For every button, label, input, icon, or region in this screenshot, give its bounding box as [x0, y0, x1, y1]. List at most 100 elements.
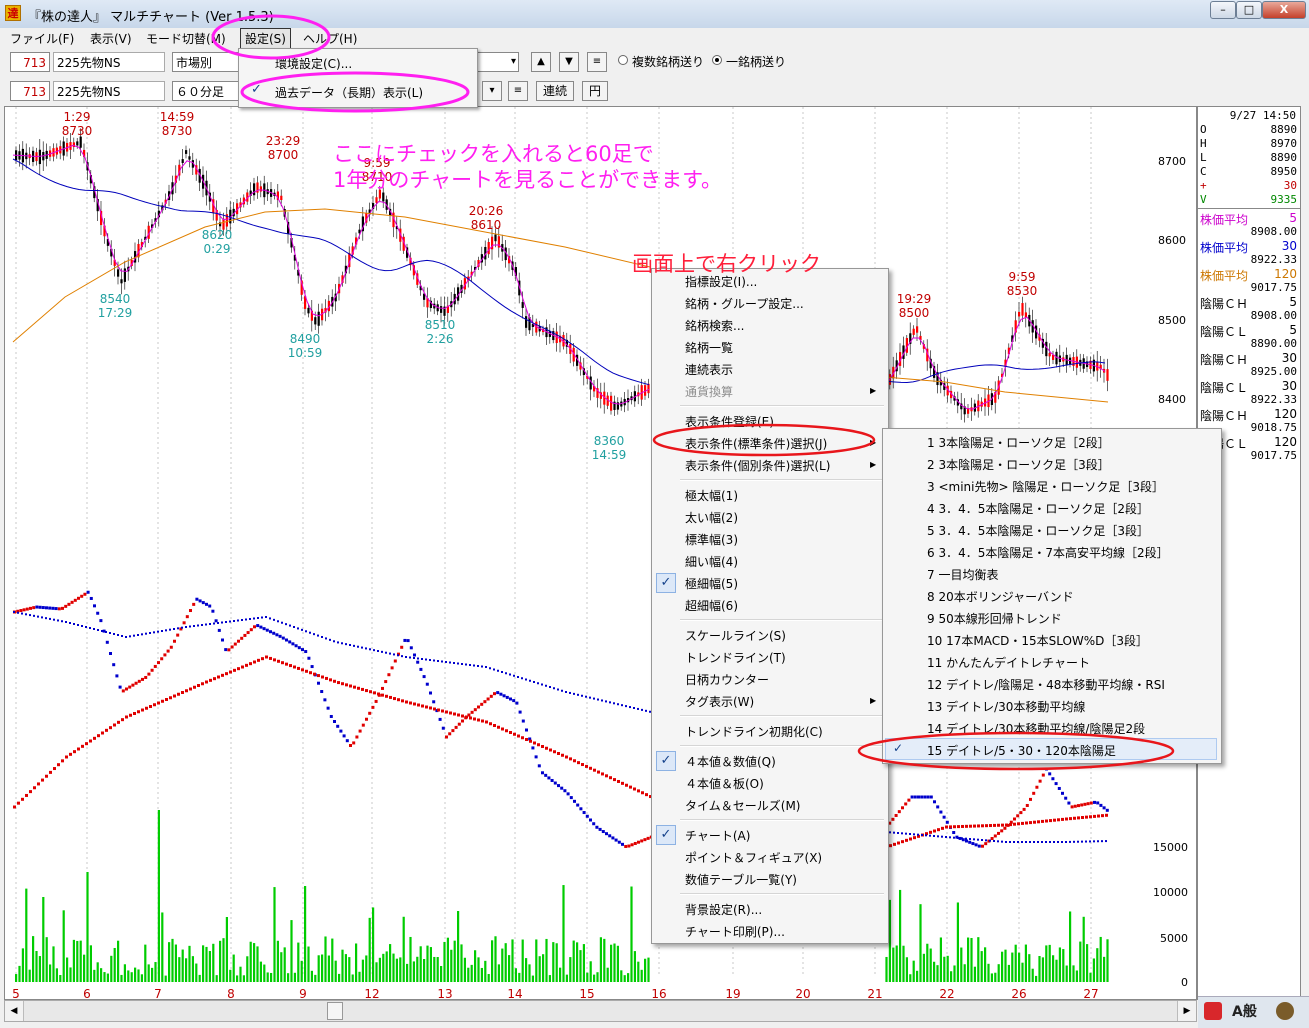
context-menu-item[interactable]: トレンドライン(T)	[685, 649, 786, 666]
volume-bar	[528, 964, 531, 982]
submenu-item[interactable]: 6 3．4．5本陰陽足・7本高安平均線［2段］	[927, 544, 1169, 561]
list-menu-button[interactable]: ≡	[587, 52, 607, 72]
inyo-dot	[1101, 840, 1103, 843]
submenu-item[interactable]: 1 3本陰陽足・ローソク足［2段］	[927, 434, 1110, 451]
inyo-dot	[321, 675, 324, 679]
context-menu-item[interactable]: 銘柄・グループ設定...	[685, 295, 804, 312]
context-menu-item[interactable]: ４本値＆板(O)	[685, 775, 764, 792]
radio-multi[interactable]	[618, 55, 628, 65]
submenu-item[interactable]: 5 3．4．5本陰陽足・ローソク足［3段］	[927, 522, 1149, 539]
next-symbol-button[interactable]: ▼	[559, 52, 579, 72]
inyo-dot	[227, 648, 231, 652]
submenu-item[interactable]: 2 3本陰陽足・ローソク足［3段］	[927, 456, 1110, 473]
scroll-right-button[interactable]: ▶	[1177, 1001, 1196, 1021]
inyo-dot	[454, 725, 458, 729]
menu-mode[interactable]: モード切替(M)	[146, 30, 226, 47]
inyo-dot	[368, 711, 372, 715]
submenu-item[interactable]: 13 デイトレ/30本移動平均線	[927, 698, 1085, 715]
context-menu-item[interactable]: タイム＆セールズ(M)	[685, 797, 800, 814]
context-menu-item[interactable]: チャート(A)	[685, 827, 750, 844]
submenu-item[interactable]: 8 20本ボリンジャーバンド	[927, 588, 1074, 605]
context-menu-item[interactable]: 細い幅(4)	[685, 553, 738, 570]
context-menu-item[interactable]: 表示条件(個別条件)選択(L)	[685, 457, 830, 474]
volume-bar	[276, 940, 279, 982]
volume-bar	[933, 961, 936, 982]
radio-multi-label: 複数銘柄送り	[632, 55, 705, 69]
menu-view[interactable]: 表示(V)	[90, 30, 132, 47]
inyo-dot	[269, 630, 272, 634]
horizontal-scrollbar[interactable]: ◀ ▶	[4, 1000, 1197, 1022]
inyo-dot	[493, 724, 496, 727]
context-menu-item[interactable]: 表示条件(標準条件)選択(J)	[685, 435, 827, 452]
scroll-left-button[interactable]: ◀	[5, 1001, 24, 1021]
context-menu-item[interactable]: 連続表示	[685, 361, 733, 378]
maximize-button[interactable]: □	[1236, 1, 1262, 19]
context-menu-item[interactable]: ポイント＆フィギュア(X)	[685, 849, 822, 866]
inyo-dot	[1022, 807, 1026, 811]
long-history-item[interactable]: 過去データ（長期）表示(L)	[275, 84, 423, 101]
volume-bar	[18, 965, 21, 982]
inyo-dot	[473, 708, 477, 712]
inyo-dot	[1013, 822, 1016, 826]
menu-help[interactable]: ヘルプ(H)	[303, 30, 357, 47]
context-menu-item[interactable]: 太い幅(2)	[685, 509, 738, 526]
context-menu-item[interactable]: スケールライン(S)	[685, 627, 786, 644]
context-menu-item[interactable]: 標準幅(3)	[685, 531, 738, 548]
menu-settings[interactable]: 設定(S)	[240, 28, 291, 49]
context-menu-item[interactable]: 銘柄一覧	[685, 339, 733, 356]
context-menu-item[interactable]: 数値テーブル一覧(Y)	[685, 871, 797, 888]
context-menu-item[interactable]: 極太幅(1)	[685, 487, 738, 504]
submenu-item[interactable]: 14 デイトレ/30本移動平均線/陰陽足2段	[927, 720, 1145, 737]
submenu-item[interactable]: 12 デイトレ/陰陽足・48本移動平均線・RSI	[927, 676, 1165, 693]
menu-file[interactable]: ファイル(F)	[10, 30, 74, 47]
minimize-button[interactable]: –	[1210, 1, 1236, 19]
prev-symbol-button[interactable]: ▲	[531, 52, 551, 72]
context-menu-item[interactable]: 極細幅(5)	[685, 575, 738, 592]
code-field-2[interactable]: 713	[10, 81, 50, 101]
tray-app-icon[interactable]	[1276, 1002, 1294, 1020]
submenu-item[interactable]: 3 <mini先物> 陰陽足・ローソク足［3段］	[927, 478, 1164, 495]
context-menu-item[interactable]: 超細幅(6)	[685, 597, 738, 614]
yen-button[interactable]: 円	[582, 81, 609, 101]
inyo-dot	[54, 607, 58, 611]
submenu-item[interactable]: 4 3．4．5本陰陽足・ローソク足［2段］	[927, 500, 1149, 517]
context-menu-item[interactable]: チャート印刷(P)...	[685, 923, 785, 940]
volume-bar	[341, 949, 344, 982]
inyo-dot	[393, 653, 395, 656]
volume-bar	[15, 974, 18, 982]
context-menu-item[interactable]: タグ表示(W)	[685, 693, 754, 710]
ime-indicator[interactable]: A般	[1232, 1001, 1257, 1021]
list-menu-button-2[interactable]: ≡	[508, 81, 528, 101]
submenu-item[interactable]: 7 一目均衡表	[927, 566, 998, 583]
context-menu-item[interactable]: 背景設定(R)...	[685, 901, 762, 918]
inyo-dot	[1102, 806, 1106, 810]
submenu-item[interactable]: 15 デイトレ/5・30・120本陰陽足	[927, 742, 1116, 759]
inyo-dot	[357, 686, 360, 690]
inyo-dot	[569, 757, 572, 761]
environment-settings-item[interactable]: 環境設定(C)...	[275, 55, 352, 72]
timeframe-select[interactable]: ６０分足	[172, 81, 242, 101]
context-menu-item[interactable]: 銘柄検索...	[685, 317, 744, 334]
context-menu-item[interactable]: トレンドライン初期化(C)	[685, 723, 823, 740]
continuous-button[interactable]: 連続	[536, 81, 575, 101]
submenu-item[interactable]: 11 かんたんデイトレチャート	[927, 654, 1090, 671]
scroll-thumb[interactable]	[327, 1002, 343, 1020]
symbol-name-field[interactable]: 225先物NS	[53, 52, 165, 72]
code-field[interactable]: 713	[10, 52, 50, 72]
close-button[interactable]: X	[1262, 1, 1306, 19]
toolbar-bottom: 713 225先物NS ６０分足 ▾ ≡ 連続 円	[0, 79, 1309, 105]
context-menu-item[interactable]: 日柄カウンター	[685, 671, 769, 688]
submenu-item[interactable]: 10 17本MACD・15本SLOW%D［3段］	[927, 632, 1148, 649]
market-select[interactable]: 市場別	[172, 52, 242, 72]
symbol-name-field-2[interactable]: 225先物NS	[53, 81, 165, 101]
market-dropdown-arrow[interactable]: ▾	[477, 52, 519, 72]
inyo-dot	[249, 618, 251, 620]
volume-bar	[198, 974, 201, 982]
inyo-dot	[150, 668, 154, 672]
context-menu-item[interactable]: 表示条件登録(E)	[685, 413, 774, 430]
timeframe-dropdown-arrow[interactable]: ▾	[482, 81, 502, 101]
context-menu-item[interactable]: ４本値＆数値(Q)	[685, 753, 776, 770]
tray-red-icon[interactable]	[1204, 1002, 1222, 1020]
radio-single[interactable]	[712, 55, 722, 65]
submenu-item[interactable]: 9 50本線形回帰トレンド	[927, 610, 1062, 627]
